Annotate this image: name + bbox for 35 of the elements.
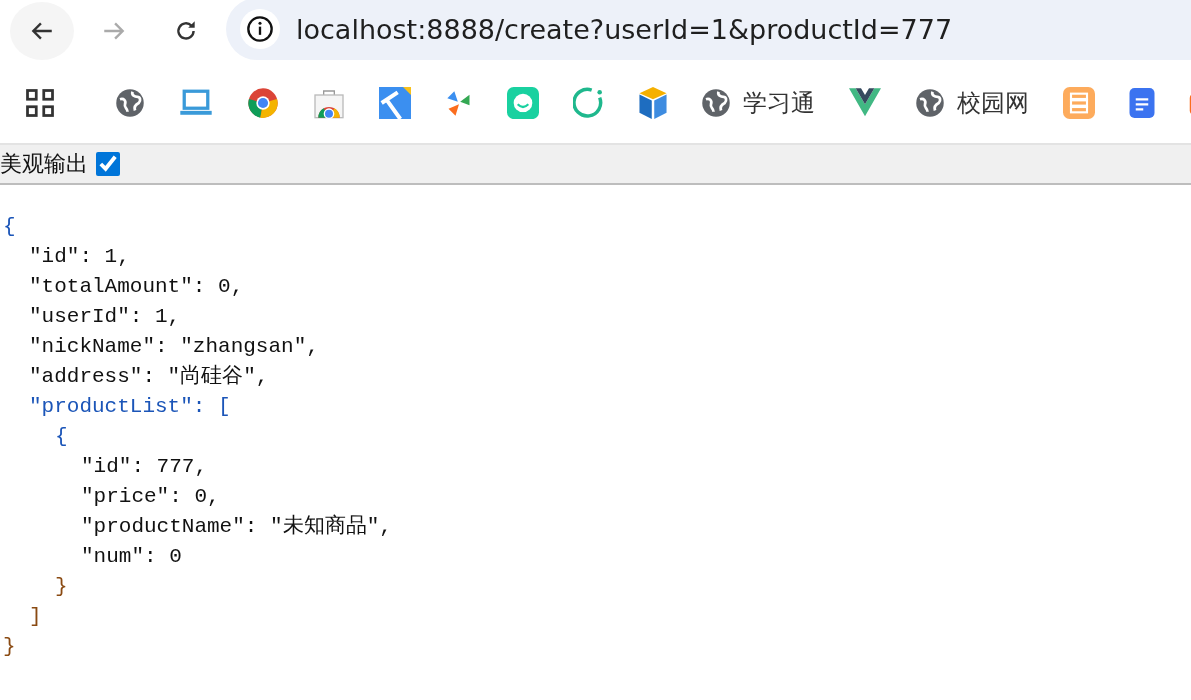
list-app-icon <box>1063 86 1095 119</box>
globe-icon <box>115 87 145 118</box>
info-icon <box>246 15 274 43</box>
json-line: { <box>3 215 16 238</box>
json-line: } <box>3 635 16 658</box>
pretty-print-label: 美观输出 <box>0 150 88 178</box>
chrome-logo-icon <box>247 86 279 119</box>
bookmark-link[interactable]: 校园网 <box>957 86 1029 119</box>
app-icon <box>379 86 411 119</box>
globe-icon <box>701 87 731 118</box>
bookmark-link[interactable]: 学习通 <box>743 86 815 119</box>
json-line: } <box>55 575 68 598</box>
document-icon <box>1129 87 1155 118</box>
json-line: ] <box>29 605 42 628</box>
url-text: localhost:8888/create?userId=1&productId=777 <box>296 13 953 45</box>
json-line: "productName": "未知商品", <box>81 515 392 538</box>
json-line: "num": 0 <box>81 545 182 568</box>
json-line: "productList": [ <box>29 395 231 418</box>
json-line: "totalAmount": 0, <box>29 275 244 298</box>
pretty-print-checkbox[interactable] <box>96 152 120 176</box>
address-bar[interactable]: localhost:8888/create?userId=1&productId=777 <box>226 0 1191 60</box>
json-line: "address": "尚硅谷", <box>29 365 269 388</box>
json-line: "id": 777, <box>81 455 208 478</box>
ring-icon <box>573 86 605 119</box>
json-line: "nickName": "zhangsan", <box>29 335 319 358</box>
smiley-app-icon <box>507 86 539 119</box>
laptop-icon <box>179 87 213 118</box>
json-line: "id": 1, <box>29 245 130 268</box>
apps-grid-icon[interactable] <box>25 87 55 118</box>
globe-icon <box>915 87 945 118</box>
json-line: { <box>55 425 68 448</box>
cube-logo-icon <box>639 86 667 119</box>
json-line: "price": 0, <box>81 485 220 508</box>
v-logo-icon <box>849 87 881 118</box>
json-line: "userId": 1, <box>29 305 181 328</box>
